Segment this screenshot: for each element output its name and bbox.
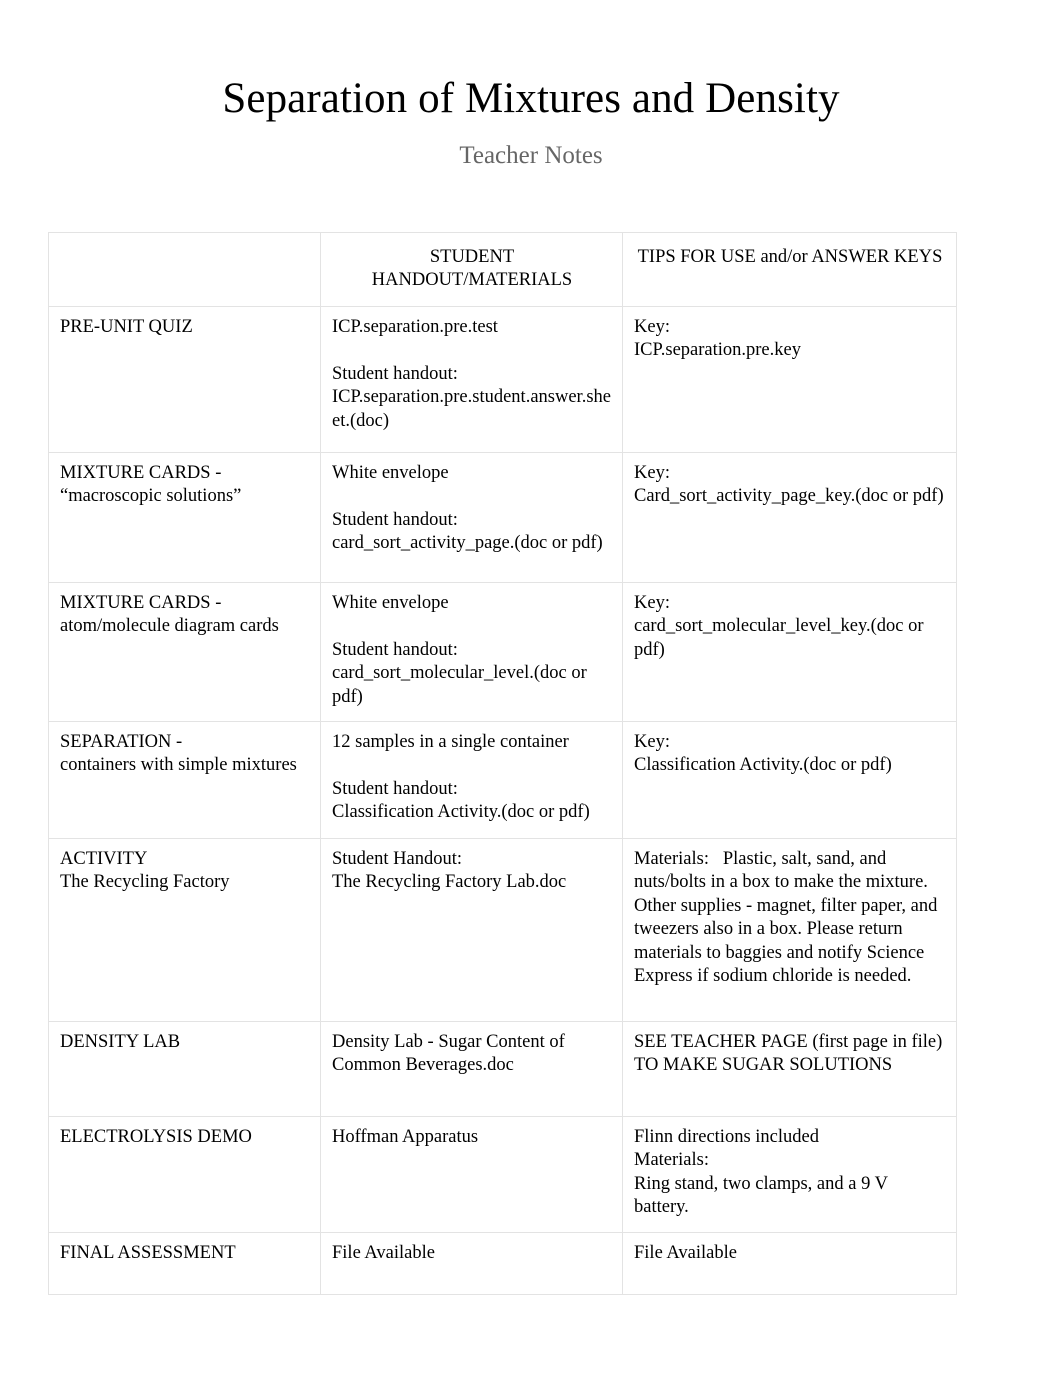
- cell-topic: ACTIVITY The Recycling Factory: [48, 838, 321, 1022]
- cell-handout: 12 samples in a single container Student…: [320, 721, 623, 839]
- table-row: ACTIVITY The Recycling Factory Student H…: [48, 838, 957, 1022]
- cell-handout: White envelope Student handout: card_sor…: [320, 582, 623, 722]
- document-page: Separation of Mixtures and Density Teach…: [0, 0, 1062, 1377]
- cell-handout: Density Lab - Sugar Content of Common Be…: [320, 1021, 623, 1117]
- table-row: ELECTROLYSIS DEMO Hoffman Apparatus Flin…: [48, 1116, 957, 1233]
- cell-topic: PRE-UNIT QUIZ: [48, 306, 321, 453]
- table-row: FINAL ASSESSMENT File Available File Ava…: [48, 1232, 957, 1295]
- cell-handout: Hoffman Apparatus: [320, 1116, 623, 1233]
- cell-topic: ELECTROLYSIS DEMO: [48, 1116, 321, 1233]
- cell-topic: FINAL ASSESSMENT: [48, 1232, 321, 1295]
- cell-handout: White envelope Student handout: card_sor…: [320, 452, 623, 583]
- cell-tips: Materials: Plastic, salt, sand, and nuts…: [622, 838, 957, 1022]
- table-header: STUDENT HANDOUT/MATERIALS TIPS FOR USE a…: [48, 232, 957, 307]
- table-body: PRE-UNIT QUIZ ICP.separation.pre.test St…: [48, 306, 957, 1295]
- table-row: PRE-UNIT QUIZ ICP.separation.pre.test St…: [48, 306, 957, 453]
- cell-handout: Student Handout: The Recycling Factory L…: [320, 838, 623, 1022]
- cell-topic: DENSITY LAB: [48, 1021, 321, 1117]
- cell-tips: Key: Card_sort_activity_page_key.(doc or…: [622, 452, 957, 583]
- cell-handout: ICP.separation.pre.test Student handout:…: [320, 306, 623, 453]
- cell-tips: File Available: [622, 1232, 957, 1295]
- title-block: Separation of Mixtures and Density Teach…: [0, 0, 1062, 171]
- cell-tips: Key: ICP.separation.pre.key: [622, 306, 957, 453]
- cell-tips: SEE TEACHER PAGE (first page in file) TO…: [622, 1021, 957, 1117]
- table-header-row: STUDENT HANDOUT/MATERIALS TIPS FOR USE a…: [48, 232, 957, 307]
- cell-tips: Key: card_sort_molecular_level_key.(doc …: [622, 582, 957, 722]
- cell-topic: MIXTURE CARDS - atom/molecule diagram ca…: [48, 582, 321, 722]
- page-title: Separation of Mixtures and Density: [222, 75, 840, 122]
- table-row: DENSITY LAB Density Lab - Sugar Content …: [48, 1021, 957, 1117]
- teacher-notes-table-wrap: STUDENT HANDOUT/MATERIALS TIPS FOR USE a…: [48, 232, 957, 1295]
- cell-topic: MIXTURE CARDS - “macroscopic solutions”: [48, 452, 321, 583]
- cell-topic: SEPARATION - containers with simple mixt…: [48, 721, 321, 839]
- table-row: MIXTURE CARDS - “macroscopic solutions” …: [48, 452, 957, 583]
- table-row: MIXTURE CARDS - atom/molecule diagram ca…: [48, 582, 957, 722]
- column-header-topic: [48, 232, 321, 307]
- cell-tips: Key: Classification Activity.(doc or pdf…: [622, 721, 957, 839]
- column-header-tips: TIPS FOR USE and/or ANSWER KEYS: [622, 232, 957, 307]
- cell-handout: File Available: [320, 1232, 623, 1295]
- page-subtitle: Teacher Notes: [459, 141, 603, 169]
- column-header-student-handout: STUDENT HANDOUT/MATERIALS: [320, 232, 623, 307]
- teacher-notes-table: STUDENT HANDOUT/MATERIALS TIPS FOR USE a…: [48, 232, 957, 1295]
- table-row: SEPARATION - containers with simple mixt…: [48, 721, 957, 839]
- cell-tips: Flinn directions included Materials: Rin…: [622, 1116, 957, 1233]
